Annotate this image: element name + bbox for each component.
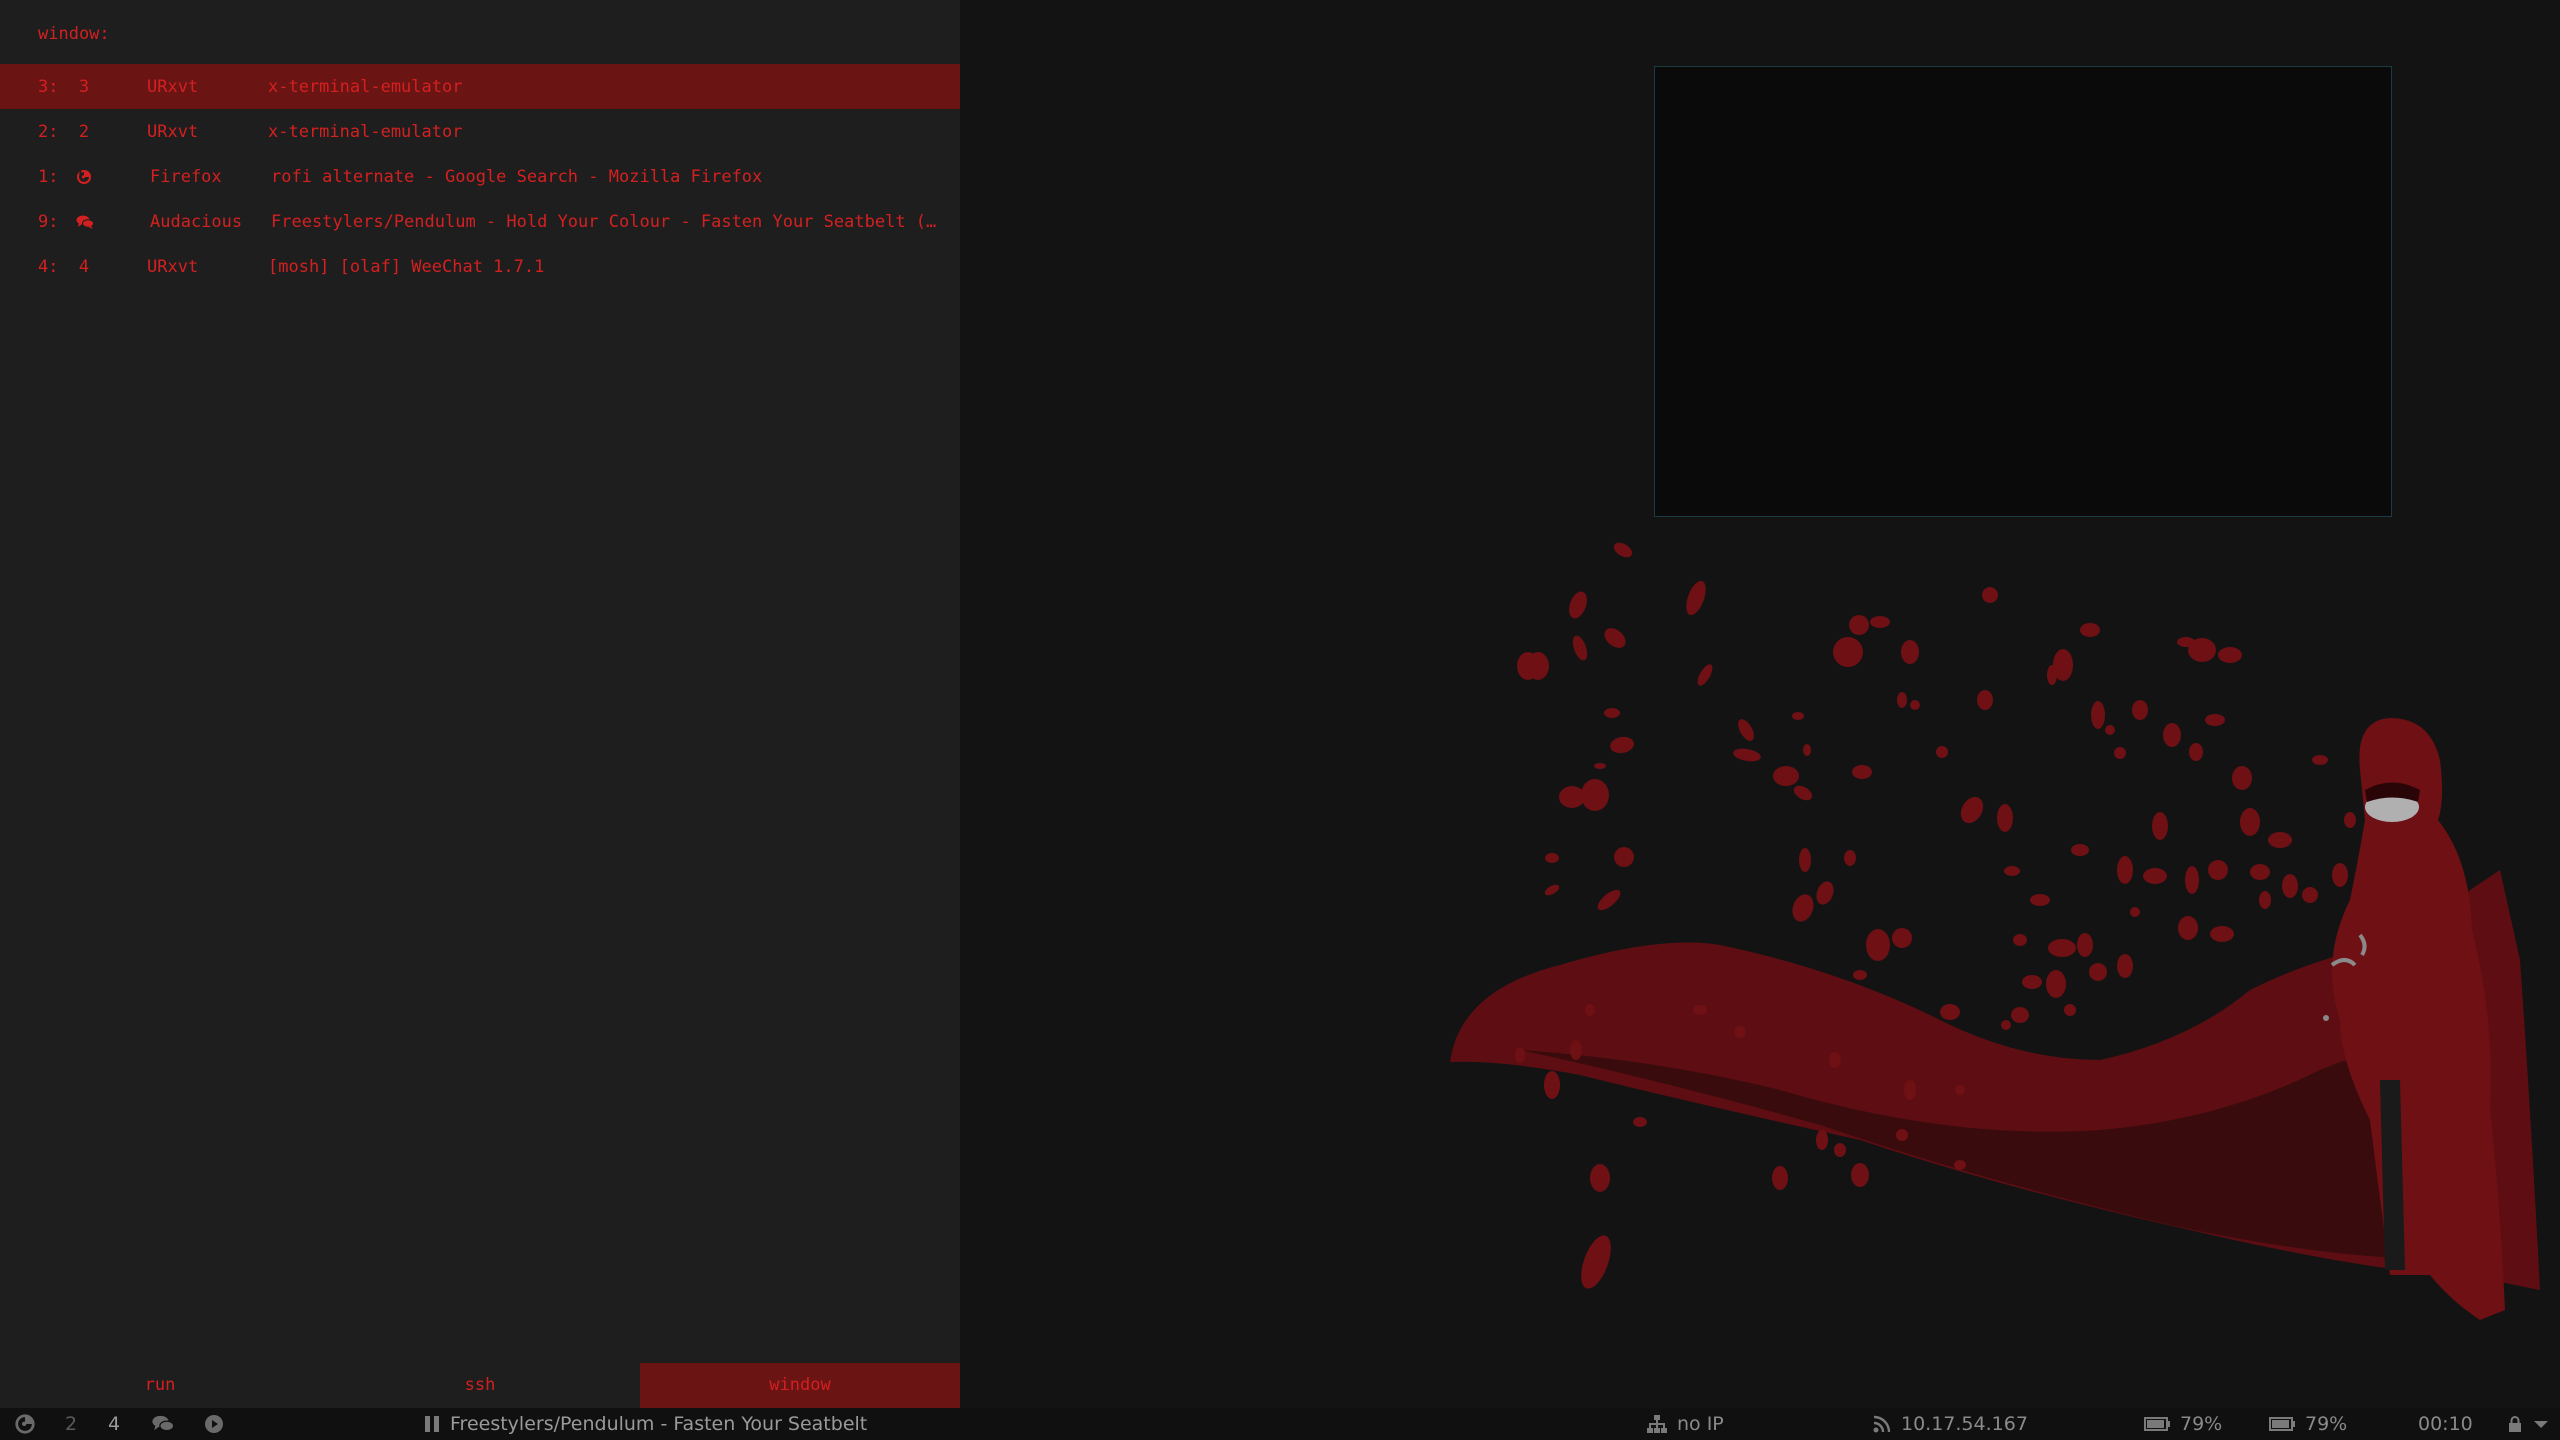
pause-icon xyxy=(425,1416,439,1432)
now-playing-title: Freestylers/Pendulum - Fasten Your Seatb… xyxy=(450,1413,868,1435)
window-list-item[interactable]: 1: Firefox rofi alternate - Google Searc… xyxy=(0,154,960,199)
firefox-icon xyxy=(76,166,92,185)
network-wired: no IP xyxy=(1647,1408,1724,1440)
window-class: Firefox xyxy=(150,167,222,187)
rofi-prompt: window: xyxy=(38,24,110,44)
window-list-item[interactable]: 4: 4 URxvt [mosh] [olaf] WeeChat 1.7.1 xyxy=(0,244,960,289)
window-list-item[interactable]: 3: 3 URxvt x-terminal-emulator xyxy=(0,64,960,109)
window-list-item[interactable]: 2: 2 URxvt x-terminal-emulator xyxy=(0,109,960,154)
empty-terminal-window[interactable] xyxy=(1654,66,2392,517)
mode-run-button[interactable]: run xyxy=(0,1363,320,1408)
chat-icon[interactable] xyxy=(151,1408,175,1440)
window-index: 1: xyxy=(38,167,59,187)
window-title: Freestylers/Pendulum - Hold Your Colour … xyxy=(271,212,937,232)
window-class: URxvt xyxy=(147,77,199,97)
chevron-down-icon[interactable] xyxy=(2533,1408,2549,1440)
window-list-item[interactable]: 9: Audacious Freestylers/Pendulum - Hold… xyxy=(0,199,960,244)
network-status: no IP xyxy=(1677,1413,1724,1435)
battery-2: 79% xyxy=(2269,1408,2347,1440)
window-index: 3: xyxy=(38,77,59,97)
now-playing[interactable]: Freestylers/Pendulum - Fasten Your Seatb… xyxy=(424,1408,867,1440)
workspace-4-button[interactable]: 4 xyxy=(108,1408,120,1440)
window-title: rofi alternate - Google Search - Mozilla… xyxy=(271,167,763,187)
window-title: x-terminal-emulator xyxy=(268,77,463,97)
network-wireless: 10.17.54.167 xyxy=(1873,1408,2028,1440)
status-bar: 2 4 Freestylers/Pendulum - Fasten Your S… xyxy=(0,1408,2560,1440)
battery-1: 79% xyxy=(2144,1408,2222,1440)
ip-address: 10.17.54.167 xyxy=(1901,1413,2028,1435)
desktop xyxy=(960,0,2560,1408)
rofi-window-switcher: window: 3: 3 URxvt x-terminal-emulator 2… xyxy=(0,0,960,1408)
rofi-mode-switcher: run ssh window xyxy=(0,1363,960,1408)
battery-icon xyxy=(2144,1417,2170,1431)
mode-ssh-button[interactable]: ssh xyxy=(320,1363,640,1408)
workspace-2-button[interactable]: 2 xyxy=(65,1408,77,1440)
window-class: URxvt xyxy=(147,122,199,142)
firefox-icon[interactable] xyxy=(14,1408,36,1440)
window-title: [mosh] [olaf] WeeChat 1.7.1 xyxy=(268,257,545,277)
mode-window-button[interactable]: window xyxy=(640,1363,960,1408)
play-circle-icon[interactable] xyxy=(204,1408,224,1440)
workspace-label: 2 xyxy=(78,122,90,142)
window-title: x-terminal-emulator xyxy=(268,122,463,142)
chat-icon xyxy=(76,211,94,230)
lock-icon[interactable] xyxy=(2508,1408,2522,1440)
window-index: 4: xyxy=(38,257,59,277)
clock: 00:10 xyxy=(2418,1413,2473,1435)
window-class: Audacious xyxy=(150,212,243,232)
network-icon xyxy=(1647,1415,1667,1433)
battery-1-level: 79% xyxy=(2180,1413,2223,1435)
window-list: 3: 3 URxvt x-terminal-emulator 2: 2 URxv… xyxy=(0,64,960,289)
workspace-label: 4 xyxy=(78,257,90,277)
workspace-label: 3 xyxy=(78,77,90,97)
window-index: 2: xyxy=(38,122,59,142)
window-index: 9: xyxy=(38,212,59,232)
rss-wifi-icon xyxy=(1873,1415,1891,1433)
window-class: URxvt xyxy=(147,257,199,277)
battery-2-level: 79% xyxy=(2305,1413,2348,1435)
battery-icon xyxy=(2269,1417,2295,1431)
